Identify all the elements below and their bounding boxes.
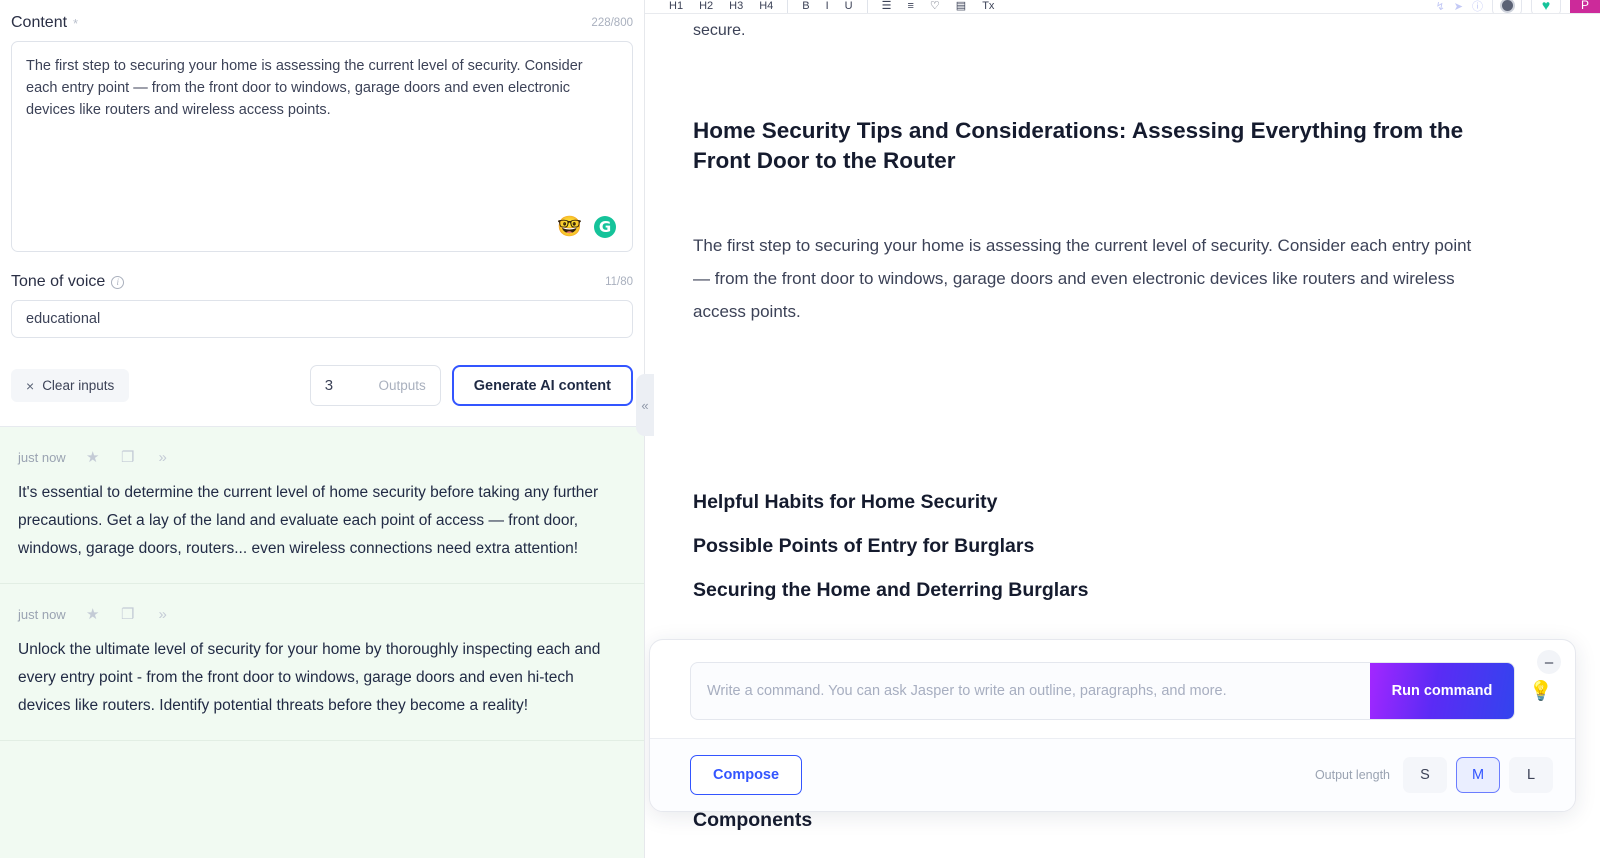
output-meta-row: just now ★ ❐ » — [18, 606, 626, 622]
content-text-value: The first step to securing your home is … — [26, 58, 587, 118]
info-icon[interactable]: i — [111, 275, 125, 289]
grammarly-heart-icon: ♥ — [1541, 0, 1551, 13]
command-input[interactable] — [691, 663, 1370, 719]
star-icon[interactable]: ★ — [85, 606, 101, 622]
form-actions-row: × Clear inputs 3 Outputs Generate AI con… — [11, 365, 633, 426]
jasper-command-bar: Run command 💡 – Compose Output length S … — [649, 639, 1576, 812]
underline-icon[interactable]: U — [845, 1, 853, 12]
tone-of-voice-input[interactable] — [11, 300, 633, 338]
command-input-row: Run command 💡 – — [650, 640, 1575, 738]
avatar[interactable]: P — [1570, 0, 1600, 13]
content-box-icons: 🤓 G — [557, 216, 616, 238]
document-heading: Securing the Home and Deterring Burglars — [693, 579, 1089, 601]
output-timestamp: just now — [18, 449, 66, 465]
ordered-list-icon[interactable]: ☰ — [882, 1, 892, 12]
generation-form: Content * 228/800 The first step to secu… — [0, 0, 644, 426]
content-field-header: Content * 228/800 — [11, 14, 633, 32]
document-heading: Helpful Habits for Home Security — [693, 491, 998, 513]
tone-label: Tone of voice i — [11, 273, 125, 291]
plagiarism-icon — [1499, 0, 1515, 13]
bullet-list-icon[interactable]: ≡ — [907, 1, 913, 12]
output-length-s-button[interactable]: S — [1403, 757, 1447, 793]
heading-h3-icon[interactable]: H3 — [729, 1, 743, 12]
document-heading: Possible Points of Entry for Burglars — [693, 535, 1035, 557]
close-icon: × — [26, 377, 35, 394]
minimize-button[interactable]: – — [1537, 650, 1561, 674]
content-char-count: 228/800 — [591, 17, 633, 29]
image-icon[interactable]: ▤ — [956, 1, 966, 12]
app-root: Content * 228/800 The first step to secu… — [0, 0, 1600, 858]
copy-icon[interactable]: ❐ — [120, 449, 136, 465]
tone-label-text: Tone of voice — [11, 273, 106, 290]
heading-h4-icon[interactable]: H4 — [759, 1, 773, 12]
run-command-button[interactable]: Run command — [1369, 663, 1515, 719]
toolbar-group-format: B I U — [788, 1, 866, 12]
nerd-face-icon[interactable]: 🤓 — [557, 217, 582, 237]
star-icon[interactable]: ★ — [85, 449, 101, 465]
generate-controls: 3 Outputs Generate AI content — [309, 365, 633, 406]
copy-icon[interactable]: ❐ — [120, 606, 136, 622]
chevron-left-double-icon: « — [641, 397, 649, 413]
content-textarea[interactable]: The first step to securing your home is … — [11, 41, 633, 252]
outputs-count-field[interactable]: 3 Outputs — [309, 365, 441, 406]
document-editor-panel: H1 H2 H3 H4 B I U ☰ ≡ ♡ ▤ Tx ↯ ➤ ⓘ ♥ P s… — [645, 0, 1600, 858]
toolbar-right-controls: ↯ ➤ ⓘ ♥ P — [1436, 0, 1600, 13]
output-length-l-button[interactable]: L — [1509, 757, 1553, 793]
output-text: Unlock the ultimate level of security fo… — [18, 641, 601, 714]
grammarly-toggle-button[interactable]: ♥ — [1531, 0, 1561, 13]
grammarly-icon[interactable]: G — [594, 216, 616, 238]
bold-icon[interactable]: B — [802, 1, 809, 12]
highlight-icon[interactable]: ♡ — [930, 1, 940, 12]
document-heading-components: Components — [693, 809, 813, 831]
command-options-row: Compose Output length S M L — [650, 738, 1575, 811]
lightbulb-icon[interactable]: 💡 — [1529, 682, 1553, 701]
toolbar-group-lists: ☰ ≡ ♡ ▤ Tx — [868, 1, 1009, 12]
insert-chevrons-icon[interactable]: » — [155, 449, 171, 465]
heading-h2-icon[interactable]: H2 — [699, 1, 713, 12]
outputs-count-label: Outputs — [378, 378, 426, 393]
output-timestamp: just now — [18, 606, 66, 622]
document-partial-line: secure. — [693, 22, 746, 39]
compose-button[interactable]: Compose — [690, 755, 803, 795]
heading-h1-icon[interactable]: H1 — [669, 1, 683, 12]
output-text: It's essential to determine the current … — [18, 484, 599, 557]
content-label: Content * — [11, 14, 78, 32]
clear-format-icon[interactable]: Tx — [982, 1, 994, 12]
document-paragraph: The first step to securing your home is … — [693, 236, 1472, 321]
clear-inputs-button[interactable]: × Clear inputs — [11, 369, 130, 402]
output-card: just now ★ ❐ » It's essential to determi… — [0, 427, 644, 584]
output-meta-row: just now ★ ❐ » — [18, 449, 626, 465]
left-input-panel: Content * 228/800 The first step to secu… — [0, 0, 645, 858]
output-length-m-button[interactable]: M — [1456, 757, 1500, 793]
toolbar-group-headings: H1 H2 H3 H4 — [655, 1, 787, 12]
command-input-wrapper: Run command — [690, 662, 1516, 720]
output-card: just now ★ ❐ » Unlock the ultimate level… — [0, 584, 644, 741]
generated-outputs-list: just now ★ ❐ » It's essential to determi… — [0, 426, 644, 858]
clear-inputs-label: Clear inputs — [42, 378, 115, 393]
document-title: Home Security Tips and Considerations: A… — [693, 118, 1464, 173]
italic-icon[interactable]: I — [826, 1, 829, 12]
output-length-group: Output length S M L — [1315, 757, 1553, 793]
outputs-count-value: 3 — [324, 377, 334, 394]
insert-chevrons-icon[interactable]: » — [155, 606, 171, 622]
tone-field-header: Tone of voice i 11/80 — [11, 273, 633, 291]
redo-icon[interactable]: ➤ — [1454, 1, 1463, 13]
output-length-label: Output length — [1314, 768, 1390, 782]
help-icon[interactable]: ⓘ — [1472, 1, 1483, 13]
panel-collapse-handle[interactable]: « — [636, 374, 654, 436]
plagiarism-check-button[interactable] — [1492, 0, 1522, 13]
undo-icon[interactable]: ↯ — [1436, 1, 1445, 13]
editor-toolbar: H1 H2 H3 H4 B I U ☰ ≡ ♡ ▤ Tx ↯ ➤ ⓘ ♥ P — [645, 0, 1600, 14]
tone-char-count: 11/80 — [605, 276, 633, 288]
required-asterisk-icon: * — [73, 15, 79, 31]
content-label-text: Content — [11, 14, 68, 31]
generate-ai-content-button[interactable]: Generate AI content — [451, 365, 633, 406]
